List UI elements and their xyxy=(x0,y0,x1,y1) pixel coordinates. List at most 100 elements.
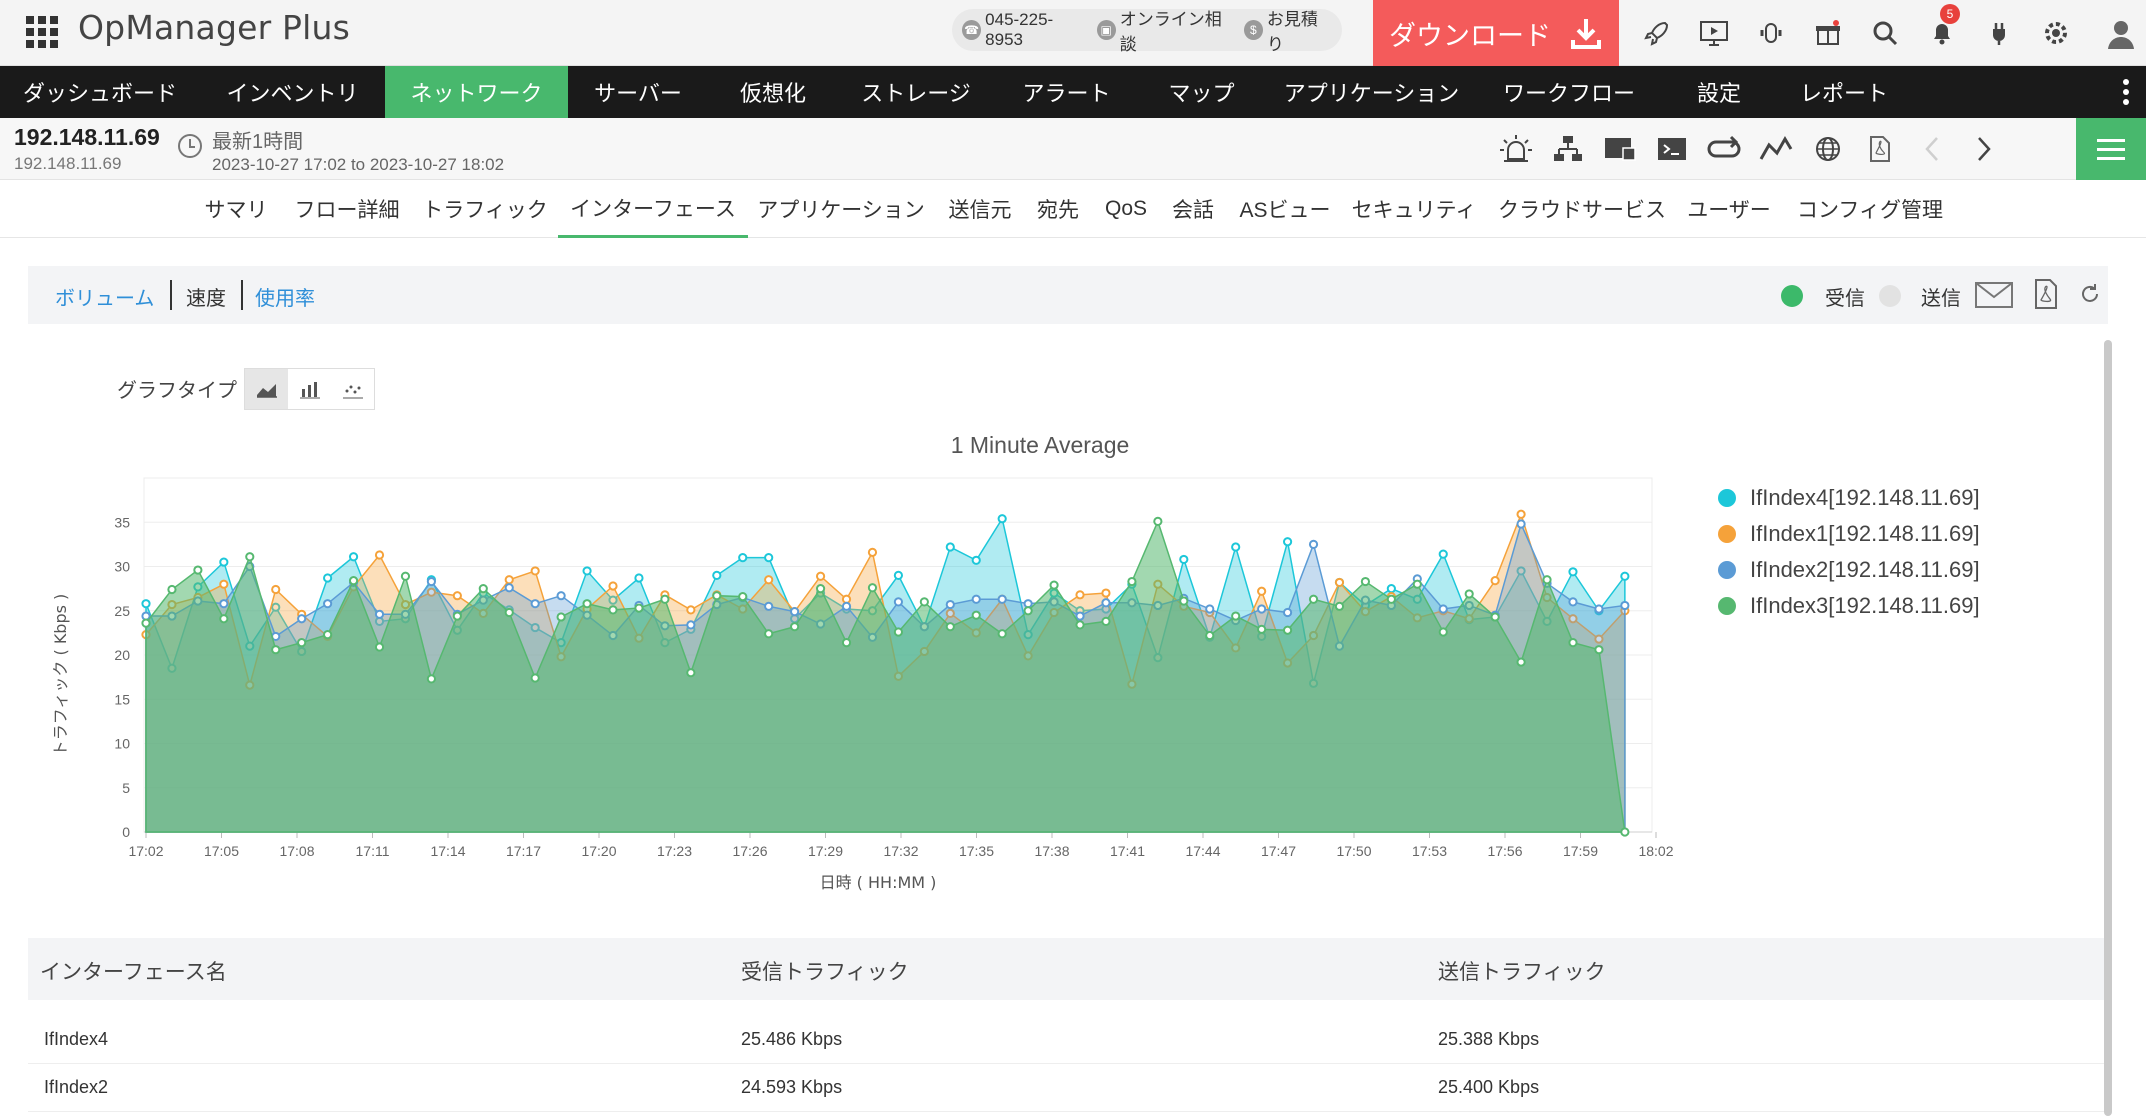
legend-label: IfIndex2[192.148.11.69] xyxy=(1750,557,1980,582)
tab-security[interactable]: セキュリティ xyxy=(1348,180,1480,238)
tab-traffic[interactable]: トラフィック xyxy=(414,180,556,238)
tab-qos[interactable]: QoS xyxy=(1096,180,1156,238)
consult-link[interactable]: ▣ オンライン相談 xyxy=(1096,5,1234,55)
data-point xyxy=(945,599,955,610)
data-point xyxy=(1490,576,1500,586)
metric-usage-tab[interactable]: 使用率 xyxy=(255,282,315,311)
data-point xyxy=(1620,571,1630,581)
top-icon-bar: 5 xyxy=(1628,0,2084,66)
nav-alert[interactable]: アラート xyxy=(994,66,1139,118)
col-interface-name[interactable]: インターフェース名 xyxy=(40,956,227,986)
quote-link[interactable]: $ お見積り xyxy=(1243,5,1332,55)
data-point xyxy=(348,576,359,586)
table-row[interactable]: IfIndex2 24.593 Kbps 25.400 Kbps xyxy=(28,1064,2104,1112)
metric-speed-tab[interactable]: 速度 xyxy=(186,282,226,311)
nav-application[interactable]: アプリケーション xyxy=(1264,66,1479,118)
legend-item-ifindex1[interactable]: IfIndex1[192.148.11.69] xyxy=(1718,516,1980,552)
bell-icon[interactable]: 5 xyxy=(1913,0,1970,66)
tab-users[interactable]: ユーザー xyxy=(1684,180,1774,238)
tab-as-view[interactable]: ASビュー xyxy=(1232,180,1338,238)
data-point xyxy=(478,584,488,594)
tab-flow-details[interactable]: フロー詳細 xyxy=(286,180,408,238)
tab-destination[interactable]: 宛先 xyxy=(1030,180,1086,238)
clock-icon[interactable] xyxy=(176,132,204,160)
globe-icon[interactable] xyxy=(1802,118,1854,180)
x-tick-label: 18:02 xyxy=(1638,843,1673,859)
col-out-traffic[interactable]: 送信トラフィック xyxy=(1438,956,1606,986)
metric-volume-tab[interactable]: ボリューム xyxy=(55,282,154,311)
nav-virtualization[interactable]: 仮想化 xyxy=(708,66,838,118)
data-point xyxy=(841,638,852,648)
menu-icon[interactable] xyxy=(2076,118,2146,180)
tab-source[interactable]: 送信元 xyxy=(940,180,1020,238)
data-point xyxy=(452,591,462,601)
user-avatar-icon[interactable] xyxy=(2103,16,2139,52)
nav-server[interactable]: サーバー xyxy=(568,66,708,118)
sync-icon[interactable] xyxy=(1698,118,1750,180)
page-scrollbar[interactable] xyxy=(2104,340,2112,1116)
tab-conversation[interactable]: 会話 xyxy=(1164,180,1222,238)
tab-cloud-services[interactable]: クラウドサービス xyxy=(1494,180,1670,238)
device-monitor-icon[interactable] xyxy=(1594,118,1646,180)
nav-settings[interactable]: 設定 xyxy=(1659,66,1779,118)
plug-icon[interactable] xyxy=(1970,0,2027,66)
data-point xyxy=(686,668,696,678)
data-point xyxy=(348,552,359,562)
gift-icon[interactable] xyxy=(1799,0,1856,66)
nav-workflow[interactable]: ワークフロー xyxy=(1479,66,1659,118)
legend-swatch xyxy=(1718,561,1736,579)
area-chart-icon[interactable] xyxy=(245,369,288,409)
time-range-label[interactable]: 最新1時間 xyxy=(212,125,303,154)
terminal-icon[interactable] xyxy=(1646,118,1698,180)
legend-swatch xyxy=(1718,489,1736,507)
topology-icon[interactable] xyxy=(1542,118,1594,180)
more-vertical-icon[interactable] xyxy=(2116,76,2136,108)
data-point xyxy=(1231,611,1241,621)
data-point xyxy=(1516,509,1526,519)
tab-summary[interactable]: サマリ xyxy=(196,180,276,238)
legend-item-ifindex2[interactable]: IfIndex2[192.148.11.69] xyxy=(1718,552,1980,588)
phone-link[interactable]: ☎ 045-225-8953 xyxy=(962,10,1087,50)
scatter-chart-icon[interactable] xyxy=(331,369,374,409)
data-point xyxy=(1516,657,1526,667)
legend-item-ifindex3[interactable]: IfIndex3[192.148.11.69] xyxy=(1718,588,1980,624)
refresh-icon[interactable] xyxy=(2079,283,2101,305)
nav-dashboard[interactable]: ダッシュボード xyxy=(0,66,200,118)
tab-interface[interactable]: インターフェース xyxy=(558,180,748,238)
nav-storage[interactable]: ストレージ xyxy=(838,66,994,118)
in-radio[interactable] xyxy=(1781,285,1803,307)
nav-reports[interactable]: レポート xyxy=(1779,66,1909,118)
bar-chart-icon[interactable] xyxy=(288,369,331,409)
next-arrow-icon[interactable] xyxy=(1958,118,2010,180)
rocket-icon[interactable] xyxy=(1628,0,1685,66)
data-point xyxy=(1101,616,1111,626)
col-in-traffic[interactable]: 受信トラフィック xyxy=(741,956,909,986)
pdf-icon[interactable] xyxy=(1854,118,1906,180)
mail-icon[interactable] xyxy=(1974,280,2014,310)
download-button[interactable]: ダウンロード xyxy=(1373,0,1619,66)
app-grid-icon[interactable] xyxy=(26,16,58,48)
tab-application[interactable]: アプリケーション xyxy=(756,180,926,238)
nav-network[interactable]: ネットワーク xyxy=(385,66,568,118)
chart-title: 1 Minute Average xyxy=(950,432,1130,458)
data-point xyxy=(1438,604,1448,614)
data-point xyxy=(504,583,514,593)
alarm-icon[interactable] xyxy=(1490,118,1542,180)
data-point xyxy=(1049,580,1059,590)
nav-inventory[interactable]: インベントリ xyxy=(200,66,385,118)
export-pdf-icon[interactable] xyxy=(2032,278,2060,310)
data-point xyxy=(867,583,878,593)
graph-line-icon[interactable] xyxy=(1750,118,1802,180)
prev-arrow-icon[interactable] xyxy=(1906,118,1958,180)
search-icon[interactable] xyxy=(1856,0,1913,66)
tab-config-management[interactable]: コンフィグ管理 xyxy=(1790,180,1950,238)
support-icon[interactable] xyxy=(1742,0,1799,66)
out-radio[interactable] xyxy=(1879,285,1901,307)
presentation-icon[interactable] xyxy=(1685,0,1742,66)
legend-item-ifindex4[interactable]: IfIndex4[192.148.11.69] xyxy=(1718,480,1980,516)
gear-icon[interactable] xyxy=(2027,0,2084,66)
data-point xyxy=(997,514,1007,524)
table-row[interactable]: IfIndex4 25.486 Kbps 25.388 Kbps xyxy=(28,1016,2104,1064)
nav-map[interactable]: マップ xyxy=(1139,66,1264,118)
legend-label: IfIndex3[192.148.11.69] xyxy=(1750,593,1980,618)
